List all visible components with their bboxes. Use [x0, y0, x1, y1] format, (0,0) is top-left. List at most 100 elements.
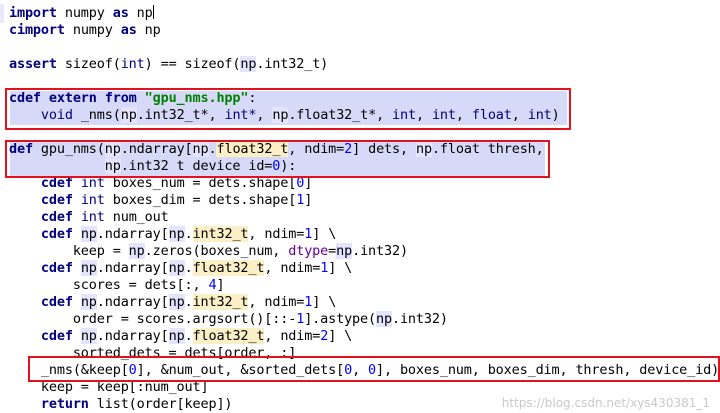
code-token: as [112, 5, 129, 21]
code-token: ) == sizeof( [144, 56, 241, 72]
code-token: , ndim= [248, 294, 305, 310]
code-token: .zeros(boxes_num, [144, 243, 289, 259]
code-token: .ndarray[ [96, 328, 169, 344]
code-token: num_out [104, 209, 169, 225]
code-token: np [168, 294, 185, 310]
code-token: np [128, 243, 145, 259]
code-token: np [336, 243, 353, 259]
code-token: np [168, 226, 185, 242]
code-token: . [184, 260, 193, 276]
code-line[interactable]: cdef np.ndarray[np.float32_t, ndim=1] \ [9, 260, 352, 277]
code-token: cdef [40, 294, 73, 310]
code-token: , ndim= [264, 328, 321, 344]
code-token: cdef [40, 209, 73, 225]
code-line[interactable]: assert sizeof(int) == sizeof(np.int32_t) [9, 56, 328, 73]
code-line[interactable]: return list(order[keep]) [9, 396, 233, 413]
code-token: scores = dets[:, [9, 277, 209, 293]
code-token: int32_t [192, 226, 249, 242]
current-line-marker [0, 4, 4, 23]
code-token: ] [216, 277, 225, 293]
code-token: int [80, 209, 105, 225]
code-token: , ndim= [248, 226, 305, 242]
code-token: 1 [296, 311, 305, 327]
code-token: return [40, 396, 89, 412]
code-token: float32_t [192, 328, 265, 344]
watermark: https://blog.csdn.net/xys430381_1 [501, 396, 710, 410]
code-token: sizeof( [56, 56, 121, 72]
code-token: .ndarray[ [96, 226, 169, 242]
code-token: .int32_t) [256, 56, 329, 72]
code-token: . [184, 226, 193, 242]
code-token: numpy [64, 22, 121, 38]
code-token: float32_t [192, 260, 265, 276]
code-token: numpy [56, 5, 113, 21]
code-token: assert [9, 56, 57, 72]
code-token: , ndim= [264, 260, 321, 276]
code-token: np [376, 311, 392, 327]
annotation-box-def [5, 140, 550, 178]
code-line[interactable]: keep = np.zeros(boxes_num, dtype=np.int3… [9, 243, 408, 260]
code-token: int [80, 192, 105, 208]
code-token: ] \ [312, 294, 337, 310]
code-line[interactable]: cdef int boxes_dim = dets.shape[1] [9, 192, 312, 209]
code-line[interactable]: cdef np.ndarray[np.int32_t, ndim=1] \ [9, 294, 336, 311]
code-token: cdef [40, 192, 73, 208]
code-line[interactable]: cdef np.ndarray[np.float32_t, ndim=2] \ [9, 328, 352, 345]
code-token: np [80, 260, 97, 276]
code-token: np [128, 5, 153, 21]
annotation-box-extern [5, 88, 571, 130]
code-token: np [168, 328, 185, 344]
code-token: cimport [9, 22, 65, 38]
code-token: = [328, 243, 337, 259]
code-line[interactable]: cimport numpy as np [9, 22, 161, 39]
code-token: import [9, 5, 57, 21]
code-token: keep = [9, 243, 129, 259]
code-token: ].astype( [304, 311, 376, 327]
code-token: cdef [40, 328, 73, 344]
code-editor[interactable]: import numpy as np cimport numpy as np ass… [0, 0, 720, 413]
annotation-box-nms-call [28, 356, 720, 382]
code-token: np [168, 260, 185, 276]
code-token: as [120, 22, 137, 38]
code-token: .int32) [352, 243, 408, 259]
code-line[interactable]: cdef np.ndarray[np.int32_t, ndim=1] \ [9, 226, 336, 243]
code-token: ] \ [328, 328, 353, 344]
code-token: order = scores.argsort()[::- [9, 311, 297, 327]
code-token: .ndarray[ [96, 260, 169, 276]
code-token: ] \ [312, 226, 337, 242]
code-token: np [240, 56, 257, 72]
code-token: dtype [288, 243, 329, 259]
code-line[interactable]: scores = dets[:, 4] [9, 277, 225, 294]
code-token: np [80, 226, 97, 242]
code-token: . [184, 294, 193, 310]
code-line[interactable]: order = scores.argsort()[::-1].astype(np… [9, 311, 448, 328]
text-cursor [152, 5, 154, 19]
code-token: . [184, 328, 193, 344]
code-line[interactable]: import numpy as np [9, 5, 154, 22]
code-token: np [80, 294, 97, 310]
code-token: np [136, 22, 161, 38]
code-token: .int32) [391, 311, 448, 327]
code-token: list(order[keep]) [88, 396, 233, 412]
code-token: int32_t [192, 294, 249, 310]
code-token: np [80, 328, 97, 344]
code-token: boxes_dim = dets.shape[ [104, 192, 297, 208]
code-token: ] \ [328, 260, 353, 276]
code-token: .ndarray[ [96, 294, 169, 310]
code-token: ] [304, 192, 313, 208]
code-line[interactable]: cdef int num_out [9, 209, 169, 226]
code-token: cdef [40, 260, 73, 276]
